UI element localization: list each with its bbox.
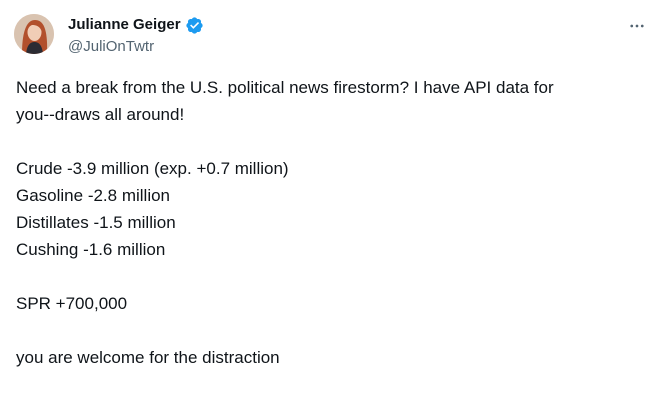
- tweet-card: Julianne Geiger @JuliOnTwtr Need a break…: [0, 0, 667, 403]
- tweet-closing-line: you are welcome for the distraction: [16, 348, 280, 367]
- avatar-photo: [14, 14, 54, 54]
- tweet-intro-line-2: you--draws all around!: [16, 105, 185, 124]
- more-options-icon: [630, 24, 644, 28]
- tweet-distillates-line: Distillates -1.5 million: [16, 213, 176, 232]
- author-display-name[interactable]: Julianne Geiger: [68, 15, 181, 35]
- paragraph-break: [16, 263, 656, 290]
- tweet-crude-line: Crude -3.9 million (exp. +0.7 million): [16, 159, 289, 178]
- more-options-button[interactable]: [627, 16, 647, 36]
- author-name-row: Julianne Geiger: [68, 14, 204, 36]
- paragraph-break: [16, 128, 656, 155]
- tweet-text: Need a break from the U.S. political new…: [16, 74, 656, 371]
- author-handle[interactable]: @JuliOnTwtr: [68, 37, 154, 57]
- tweet-intro-line-1: Need a break from the U.S. political new…: [16, 78, 554, 97]
- verified-badge-icon: [185, 16, 204, 35]
- paragraph-break: [16, 317, 656, 344]
- tweet-cushing-line: Cushing -1.6 million: [16, 240, 166, 259]
- tweet-gasoline-line: Gasoline -2.8 million: [16, 186, 171, 205]
- tweet-spr-line: SPR +700,000: [16, 294, 128, 313]
- author-avatar[interactable]: [14, 14, 54, 54]
